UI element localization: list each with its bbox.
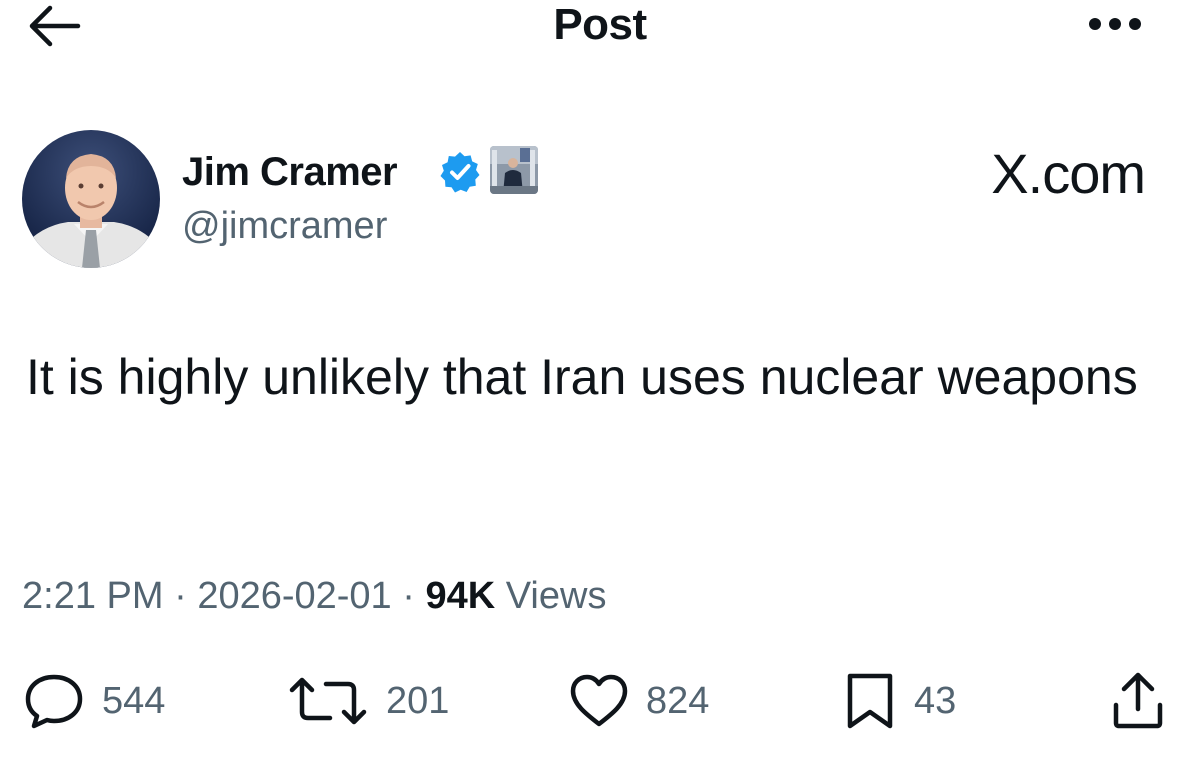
views-label: Views: [505, 575, 607, 617]
meta-separator: ·: [174, 575, 187, 617]
share-icon: [1113, 672, 1163, 729]
like-button[interactable]: 824: [568, 668, 709, 734]
page-title: Post: [553, 0, 647, 49]
verified-badge-icon: [440, 152, 480, 193]
more-button[interactable]: [1080, 4, 1150, 44]
top-bar: Post: [0, 0, 1200, 60]
post-date[interactable]: 2026-02-01: [197, 575, 391, 617]
bookmark-icon: [847, 673, 893, 729]
site-watermark: X.com: [991, 142, 1146, 205]
meta-separator: ·: [402, 575, 415, 617]
avatar[interactable]: [22, 130, 160, 268]
repost-count: 201: [386, 680, 450, 722]
avatar-image: [22, 130, 160, 268]
share-button[interactable]: [1110, 668, 1166, 734]
author-handle[interactable]: @jimcramer: [182, 203, 387, 249]
bookmark-button[interactable]: 43: [842, 668, 956, 734]
like-count: 824: [646, 680, 710, 722]
affiliate-badge-icon[interactable]: [490, 146, 538, 194]
repost-icon: [289, 677, 367, 725]
repost-button[interactable]: 201: [286, 668, 449, 734]
reply-count: 544: [102, 680, 166, 722]
reply-icon: [25, 674, 83, 729]
author-name[interactable]: Jim Cramer: [182, 148, 398, 196]
affiliate-badge-image: [490, 146, 538, 194]
post-time[interactable]: 2:21 PM: [22, 575, 164, 617]
post-text: It is highly unlikely that Iran uses nuc…: [26, 349, 1138, 405]
bookmark-count: 43: [914, 680, 957, 722]
reply-button[interactable]: 544: [22, 668, 165, 734]
arrow-left-icon: [29, 5, 81, 47]
action-bar: 544 201 824 43: [0, 668, 1200, 738]
back-button[interactable]: [22, 2, 86, 50]
heart-icon: [570, 674, 628, 727]
views-count: 94K: [425, 575, 496, 617]
more-horizontal-icon: [1089, 18, 1141, 30]
post-metadata: 2:21 PM · 2026-02-01 · 94K Views: [22, 572, 606, 620]
